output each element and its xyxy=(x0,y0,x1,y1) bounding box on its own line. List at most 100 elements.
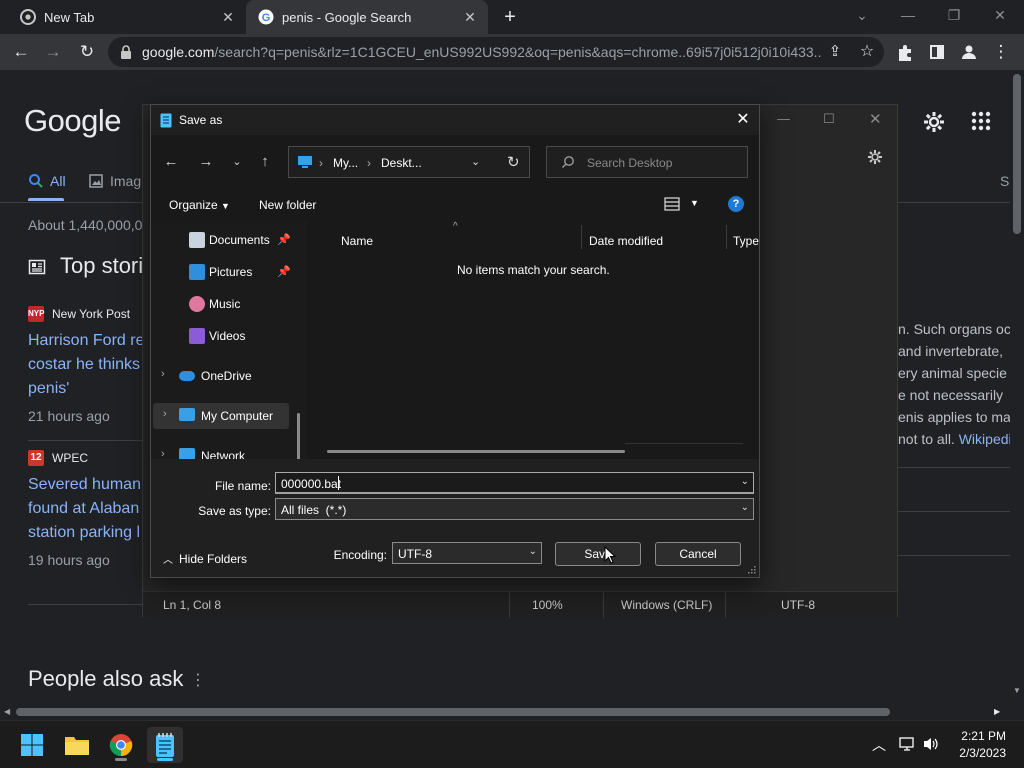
organize-menu[interactable]: Organize ▼ xyxy=(169,198,230,212)
view-details-icon[interactable] xyxy=(664,197,680,211)
tab-all[interactable]: All xyxy=(28,173,66,189)
settings-gear-icon[interactable] xyxy=(867,149,883,165)
forward-arrow-icon[interactable]: → xyxy=(42,41,64,63)
story-headline-line[interactable]: costar he thinks xyxy=(28,353,143,377)
breadcrumb-item[interactable]: Deskt... xyxy=(381,156,422,170)
help-icon[interactable]: ? xyxy=(728,196,744,212)
close-window-icon[interactable]: ✕ xyxy=(980,4,1020,28)
apps-grid-icon[interactable] xyxy=(970,110,992,132)
back-arrow-icon[interactable]: ← xyxy=(161,152,181,172)
encoding-select[interactable]: UTF-8 ⌄ xyxy=(392,542,542,564)
forward-arrow-icon[interactable]: → xyxy=(196,152,216,172)
taskbar-file-explorer[interactable] xyxy=(59,727,95,763)
news-source[interactable]: 12 WPEC xyxy=(28,450,88,466)
nav-item-my-computer[interactable]: › My Computer xyxy=(153,403,289,429)
expand-chevron-icon[interactable]: › xyxy=(161,448,165,459)
chevron-down-icon[interactable]: ⌄ xyxy=(741,502,749,513)
minimize-icon[interactable]: — xyxy=(888,4,928,28)
new-tab-button[interactable]: + xyxy=(500,7,520,27)
wikipedia-link[interactable]: Wikipedi xyxy=(959,431,1010,447)
story-headline-line[interactable]: Severed human xyxy=(28,473,143,497)
close-tab-icon[interactable]: ✕ xyxy=(462,9,478,25)
tab-images[interactable]: Imag xyxy=(88,173,141,189)
file-name-input[interactable]: 000000.bat ⌄ xyxy=(275,472,754,494)
scroll-thumb[interactable] xyxy=(16,708,890,716)
horizontal-scrollbar[interactable]: ◀ ▶ xyxy=(0,704,1010,720)
column-separator[interactable] xyxy=(581,225,582,249)
chevron-down-icon[interactable]: ⌄ xyxy=(842,4,882,28)
profile-avatar-icon[interactable] xyxy=(958,41,980,63)
chevron-down-icon[interactable]: ⌄ xyxy=(741,476,749,487)
nav-pane-scrollbar[interactable] xyxy=(297,413,300,459)
file-list-scrollbar[interactable] xyxy=(327,450,625,453)
gear-icon[interactable] xyxy=(922,110,946,134)
back-arrow-icon[interactable]: ← xyxy=(10,41,32,63)
address-bar[interactable]: google.com/search?q=penis&rlz=1C1GCEU_en… xyxy=(108,37,884,67)
scroll-thumb[interactable] xyxy=(1013,74,1021,234)
chevron-down-icon[interactable]: ⌄ xyxy=(529,546,537,557)
close-tab-icon[interactable]: ✕ xyxy=(220,9,236,25)
volume-icon[interactable] xyxy=(922,736,940,752)
scroll-right-arrow-icon[interactable]: ▶ xyxy=(994,707,1000,716)
save-as-type-select[interactable]: All files (*.*) ⌄ xyxy=(275,498,754,520)
chevron-down-icon[interactable]: ⌄ xyxy=(471,155,480,168)
scroll-down-arrow-icon[interactable]: ▼ xyxy=(1013,686,1021,695)
show-hidden-icons-chevron-icon[interactable]: ︿ xyxy=(872,735,886,755)
vertical-scrollbar[interactable]: ▼ xyxy=(1010,70,1024,704)
maximize-icon[interactable]: ☐ xyxy=(823,111,835,127)
nav-item-onedrive[interactable]: › OneDrive xyxy=(151,363,301,389)
story-headline-line[interactable]: found at Alaban xyxy=(28,497,143,521)
tab-truncated[interactable]: S xyxy=(1000,173,1009,189)
recent-locations-chevron-icon[interactable]: ⌄ xyxy=(227,152,247,172)
extensions-puzzle-icon[interactable] xyxy=(894,41,916,63)
cancel-button[interactable]: Cancel xyxy=(655,542,741,566)
nav-item-documents[interactable]: Documents 📌 xyxy=(151,227,301,253)
search-box[interactable]: Search Desktop xyxy=(546,146,748,178)
save-button[interactable]: Save xyxy=(555,542,641,566)
share-icon[interactable]: ⇪ xyxy=(824,41,846,63)
start-button[interactable] xyxy=(14,727,50,763)
resize-grip-icon[interactable] xyxy=(748,566,756,574)
expand-chevron-icon[interactable]: › xyxy=(163,408,167,420)
kebab-menu-icon[interactable]: ⋮ xyxy=(990,41,1012,63)
scroll-left-arrow-icon[interactable]: ◀ xyxy=(4,707,10,716)
more-options-icon[interactable]: ⋮ xyxy=(190,670,206,690)
nav-item-music[interactable]: Music xyxy=(151,291,301,317)
up-arrow-icon[interactable]: ↑ xyxy=(255,152,275,172)
story-headline-line[interactable]: penis' xyxy=(28,377,143,401)
news-source[interactable]: NYP New York Post xyxy=(28,306,130,322)
story-headline-line[interactable]: Harrison Ford re xyxy=(28,329,143,353)
expand-chevron-icon[interactable]: › xyxy=(161,368,165,380)
bookmark-star-icon[interactable]: ☆ xyxy=(856,41,878,63)
address-breadcrumb[interactable]: › My... › Deskt... ⌄ ↻ xyxy=(288,146,530,178)
breadcrumb-item[interactable]: My... xyxy=(333,156,358,170)
taskbar-notepad[interactable] xyxy=(147,727,183,763)
nav-item-videos[interactable]: Videos xyxy=(151,323,301,349)
story-headline-line[interactable]: station parking l xyxy=(28,521,143,545)
close-dialog-icon[interactable]: ✕ xyxy=(733,109,753,131)
restore-icon[interactable]: ❐ xyxy=(934,4,974,28)
column-header-date-modified[interactable]: Date modified xyxy=(589,234,663,248)
svg-text:G: G xyxy=(262,12,271,24)
browser-toolbar: ← → ↻ google.com/search?q=penis&rlz=1C1G… xyxy=(0,34,1024,70)
system-clock[interactable]: 2:21 PM 2/3/2023 xyxy=(959,728,1006,762)
tab-new-tab[interactable]: New Tab ✕ xyxy=(0,0,246,34)
view-options-caret-icon[interactable]: ▼ xyxy=(690,198,699,208)
column-separator[interactable] xyxy=(726,225,727,249)
people-also-ask-heading: People also ask xyxy=(28,666,184,691)
close-window-icon[interactable]: ✕ xyxy=(869,110,882,128)
new-folder-button[interactable]: New folder xyxy=(259,198,316,212)
nav-item-network[interactable]: › Network xyxy=(151,443,301,459)
refresh-icon[interactable]: ↻ xyxy=(507,153,520,171)
side-panel-icon[interactable] xyxy=(926,41,948,63)
network-display-icon[interactable] xyxy=(899,736,915,752)
column-header-name[interactable]: Name xyxy=(341,234,373,248)
hide-folders-toggle[interactable]: ︿ Hide Folders xyxy=(163,551,247,567)
tab-google-search[interactable]: G penis - Google Search ✕ xyxy=(246,0,488,34)
nav-item-pictures[interactable]: Pictures 📌 xyxy=(151,259,301,285)
column-header-type[interactable]: Type xyxy=(733,234,759,248)
google-logo[interactable]: Google xyxy=(24,103,121,139)
reload-icon[interactable]: ↻ xyxy=(76,41,98,63)
taskbar-chrome[interactable] xyxy=(103,727,139,763)
minimize-icon[interactable]: — xyxy=(777,111,790,126)
